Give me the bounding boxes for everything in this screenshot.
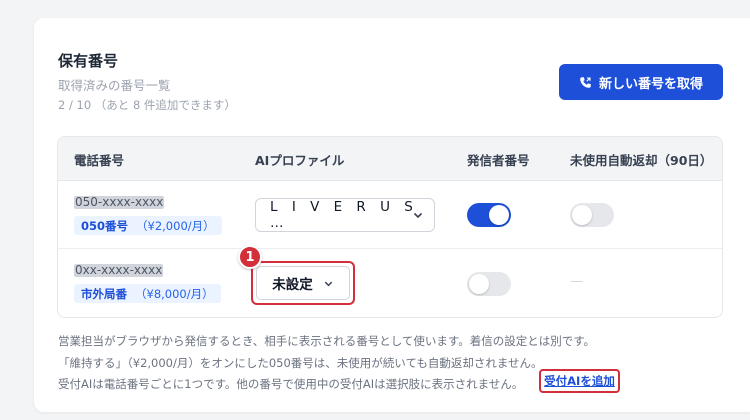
footnote-reception-ai: 受付AIは電話番号ごとに1つです。他の番号で使用中の受付AIは選択肢に表示されま… (58, 377, 524, 391)
ai-profile-select[interactable]: L I V E R U S … (255, 198, 435, 232)
chevron-down-icon (413, 212, 423, 219)
ai-profile-value: L I V E R U S … (270, 199, 418, 231)
ai-profile-unset-label: 未設定 (272, 277, 313, 293)
phone-number-masked: 0xx-xxxx-xxxx (74, 263, 164, 277)
header-auto-return: 未使用自動返却（90日） (570, 153, 713, 168)
annotation-marker: 1 (238, 245, 262, 269)
caller-id-toggle[interactable] (467, 203, 511, 227)
numbers-table: 電話番号 AIプロファイル 発信者番号 未使用自動返却（90日） 050-xxx… (57, 136, 723, 318)
chevron-down-icon (324, 281, 332, 286)
number-type: 050番号 (81, 218, 129, 233)
number-price: （¥8,000/月） (135, 286, 214, 301)
section-subtitle: 取得済みの番号一覧 (58, 78, 171, 93)
phone-number-masked: 050-xxxx-xxxx (74, 195, 165, 209)
footnote-keep: 「維持する」（¥2,000/月）をオンにした050番号は、未使用が続いても自動返… (58, 356, 543, 370)
owned-numbers-card: 保有番号 取得済みの番号一覧 2 / 10 （あと 8 件追加できます） 新しい… (34, 18, 750, 412)
toggle-knob (469, 274, 489, 294)
auto-return-toggle[interactable] (570, 203, 614, 227)
table-row: 050-xxxx-xxxx 050番号 （¥2,000/月） L I V E R… (58, 181, 722, 249)
add-reception-ai-link[interactable]: 受付AIを追加 (539, 369, 620, 393)
auto-return-na: — (570, 274, 583, 289)
number-price: （¥2,000/月） (136, 218, 215, 233)
table-row: 0xx-xxxx-xxxx 市外局番 （¥8,000/月） 未設定 — (58, 250, 722, 317)
header-caller-id: 発信者番号 (467, 153, 530, 168)
caller-id-toggle[interactable] (467, 272, 511, 296)
footnote-caller-id: 営業担当がブラウザから発信するとき、相手に表示される番号として使います。着信の設… (58, 334, 596, 348)
quota-text: 2 / 10 （あと 8 件追加できます） (58, 98, 236, 112)
table-header: 電話番号 AIプロファイル 発信者番号 未使用自動返却（90日） (58, 137, 722, 181)
number-type: 市外局番 (81, 286, 127, 301)
toggle-knob (489, 205, 509, 225)
number-type-badge: 050番号 （¥2,000/月） (74, 216, 222, 235)
toggle-knob (572, 205, 592, 225)
phone-icon (580, 76, 591, 88)
header-phone-number: 電話番号 (74, 153, 125, 168)
get-new-number-button[interactable]: 新しい番号を取得 (559, 64, 723, 100)
section-title: 保有番号 (58, 52, 119, 70)
header-ai-profile: AIプロファイル (255, 153, 345, 168)
ai-profile-unset-button[interactable]: 未設定 (256, 266, 350, 300)
get-new-number-label: 新しい番号を取得 (598, 76, 703, 92)
number-type-badge: 市外局番 （¥8,000/月） (74, 284, 221, 303)
